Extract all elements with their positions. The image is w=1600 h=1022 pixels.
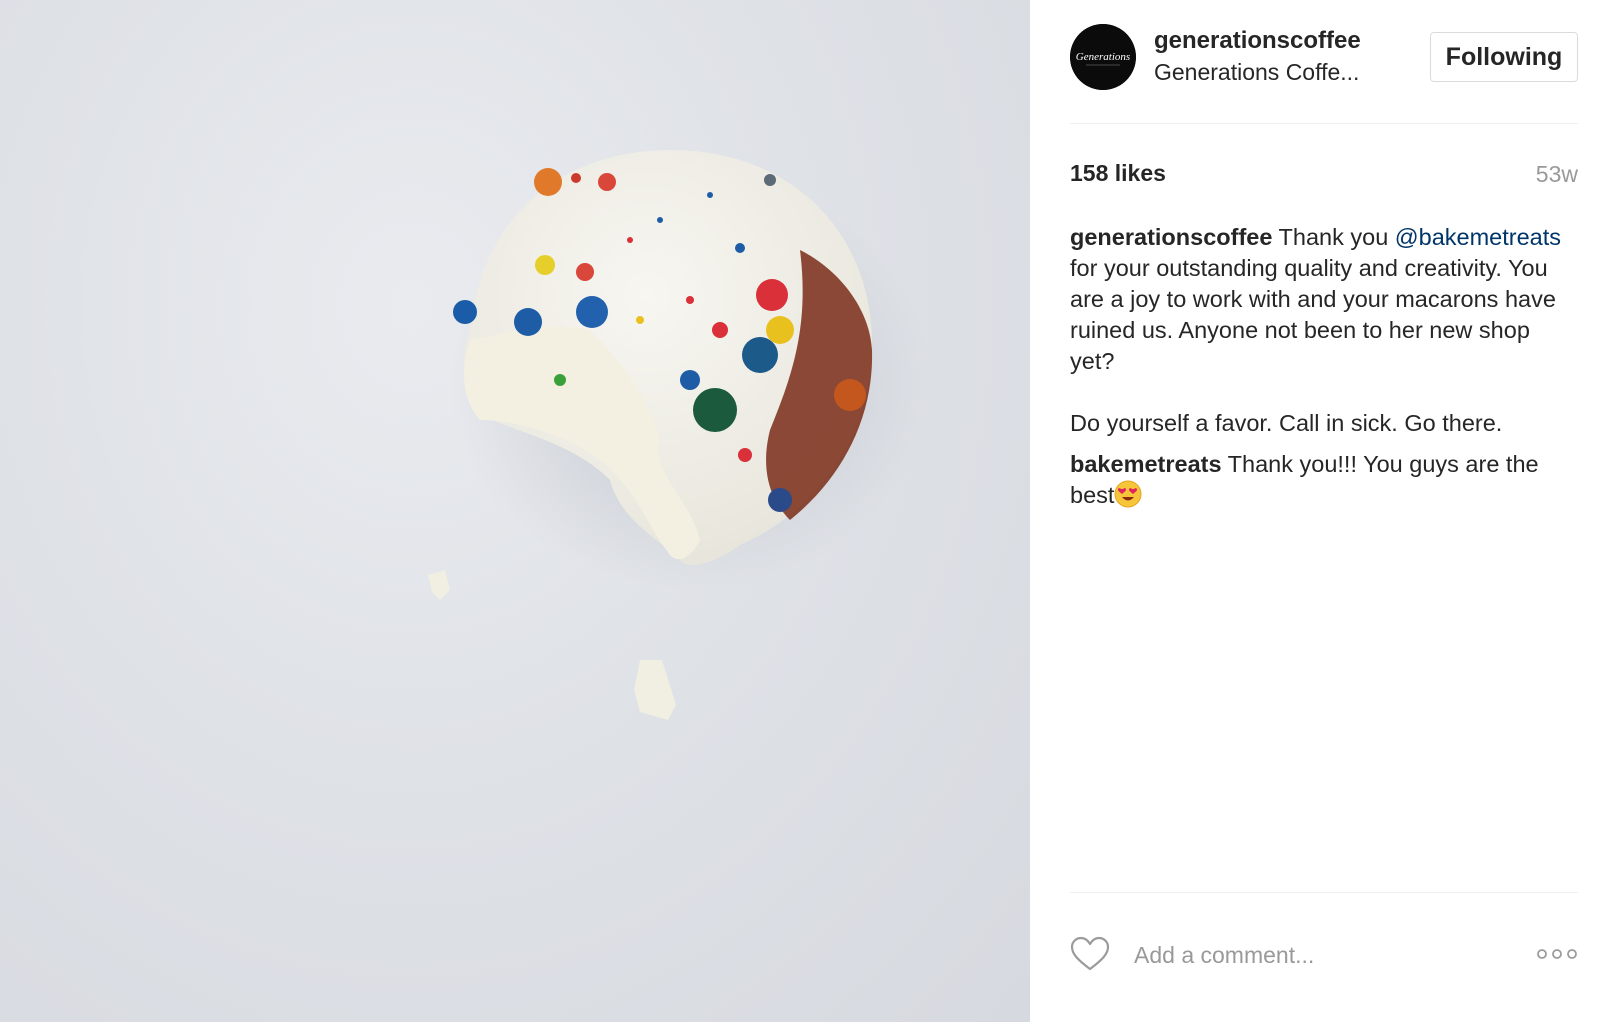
- footer-divider: [1070, 892, 1578, 893]
- macaron-photo: [428, 150, 930, 720]
- username-link[interactable]: generationscoffee: [1154, 27, 1361, 55]
- avatar-logo: Generations: [1070, 24, 1136, 90]
- add-comment-input[interactable]: [1132, 932, 1516, 978]
- comment-username[interactable]: generationscoffee: [1070, 224, 1272, 250]
- comment-username[interactable]: bakemetreats: [1070, 451, 1222, 477]
- comment-list: generationscoffee Thank you @bakemetreat…: [1070, 222, 1580, 521]
- reply-comment: bakemetreats Thank you!!! You guys are t…: [1070, 449, 1580, 511]
- heart-eyes-emoji-icon: [1114, 480, 1142, 508]
- post-image[interactable]: [0, 0, 1030, 1022]
- post-actions: [1070, 932, 1578, 988]
- heart-icon[interactable]: [1070, 936, 1110, 972]
- likes-count[interactable]: 158 likes: [1070, 160, 1166, 187]
- caption-comment: generationscoffee Thank you @bakemetreat…: [1070, 222, 1580, 439]
- mention-link[interactable]: @bakemetreats: [1395, 224, 1561, 250]
- following-button[interactable]: Following: [1430, 32, 1578, 82]
- display-name: Generations Coffe...: [1154, 59, 1360, 85]
- avatar[interactable]: Generations: [1070, 24, 1136, 90]
- comment-text: Thank you: [1272, 224, 1395, 250]
- post-timestamp[interactable]: 53w: [1536, 161, 1578, 188]
- comment-text: for your outstanding quality and creativ…: [1070, 255, 1556, 436]
- header-divider: [1070, 123, 1578, 124]
- post-sidebar: Generations generationscoffee Generation…: [1030, 0, 1600, 1022]
- avatar-logo-text: Generations: [1076, 51, 1130, 63]
- more-options-icon[interactable]: [1536, 946, 1578, 962]
- post-header: Generations generationscoffee Generation…: [1070, 24, 1578, 94]
